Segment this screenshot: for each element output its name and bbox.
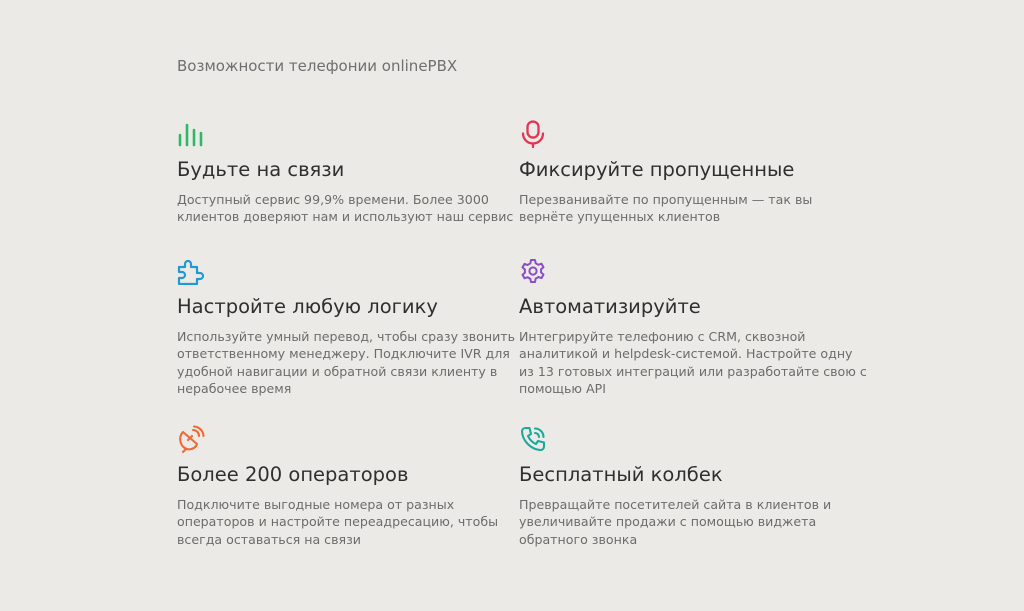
feature-description: Доступный сервис 99,9% времени. Более 30…	[177, 191, 514, 226]
feature-description: Интегрируйте телефонию с CRM, сквозной а…	[519, 328, 867, 397]
feature-title: Автоматизируйте	[519, 295, 701, 318]
feature-title: Более 200 операторов	[177, 463, 409, 486]
feature-description-line: Подключите выгодные номера от разных	[177, 497, 455, 512]
phone-calling-icon	[519, 425, 547, 453]
satellite-dish-icon	[177, 425, 205, 453]
feature-description-line: помощью API	[519, 380, 606, 396]
feature-description: Перезванивайте по пропущенным — так вы в…	[519, 191, 839, 226]
feature-description-line: аналитикой и helpdesk-системой. Настройт…	[519, 346, 853, 362]
microphone-icon	[519, 120, 547, 148]
feature-description-line: удобной навигации и обратной связи клиен…	[177, 363, 498, 379]
gear-icon	[519, 257, 547, 285]
feature-description-line: всегда оставаться на связи	[177, 531, 361, 547]
feature-description-line: обратного звонка	[519, 531, 638, 547]
feature-description-line: нерабочее время	[177, 380, 292, 396]
feature-description-line: Превращайте посетителей сайта в клиентов…	[519, 497, 832, 512]
feature-description-line: вернёте упущенных клиентов	[519, 209, 721, 225]
feature-description-line: Перезванивайте по пропущенным — так вы	[519, 192, 813, 207]
feature-description-line: Используйте умный перевод, чтобы сразу з…	[177, 329, 516, 344]
feature-description: Превращайте посетителей сайта в клиентов…	[519, 496, 839, 548]
feature-description-line: из 13 готовых интеграций или разработайт…	[519, 363, 867, 379]
feature-description-line: ответственному менеджеру. Подключите IVR…	[177, 346, 510, 362]
feature-title: Фиксируйте пропущенные	[519, 158, 795, 181]
section-title: Возможности телефонии onlinePBX	[177, 57, 458, 75]
puzzle-icon	[177, 257, 205, 285]
feature-description: Используйте умный перевод, чтобы сразу з…	[177, 328, 516, 397]
feature-title: Бесплатный колбек	[519, 463, 723, 486]
bar-chart-icon	[177, 120, 205, 148]
feature-description-line: операторов и настройте переадресацию, чт…	[177, 514, 499, 530]
feature-description-line: увеличивайте продажи с помощью виджета	[519, 514, 817, 530]
feature-description-line: Интегрируйте телефонию с CRM, сквозной	[519, 329, 806, 344]
feature-description-line: клиентов доверяют нам и используют наш с…	[177, 209, 514, 225]
feature-description: Подключите выгодные номера от разных опе…	[177, 496, 499, 548]
feature-title: Настройте любую логику	[177, 295, 438, 318]
feature-title: Будьте на связи	[177, 158, 345, 181]
feature-description-line: Доступный сервис 99,9% времени. Более 30…	[177, 192, 489, 207]
